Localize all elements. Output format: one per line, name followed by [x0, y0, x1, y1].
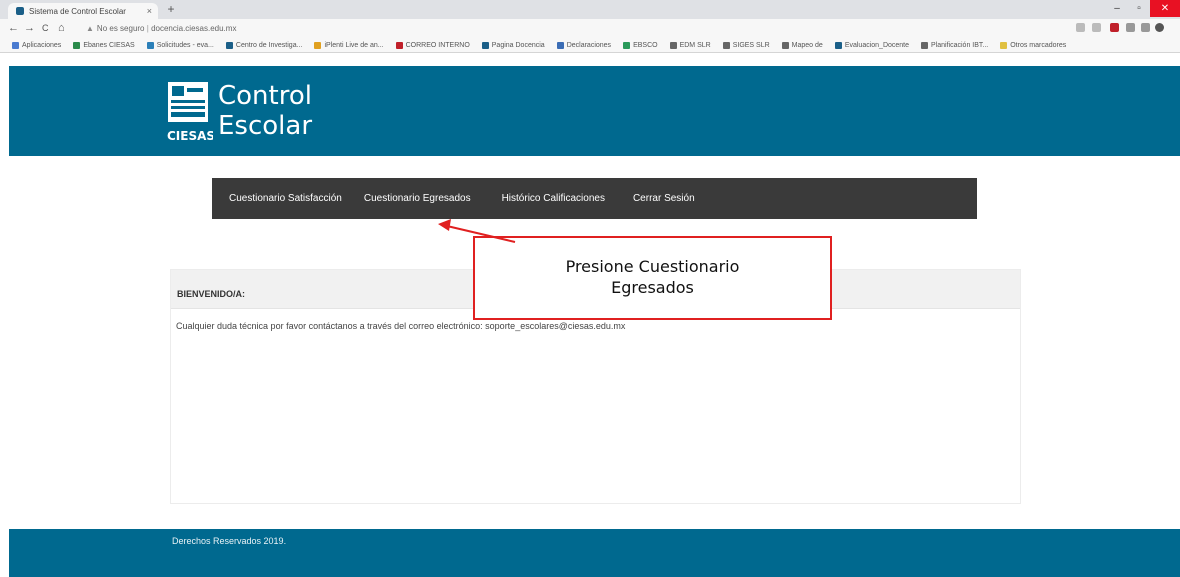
- extension-icon[interactable]: [1126, 23, 1135, 32]
- extension-pdf-icon[interactable]: [1110, 23, 1119, 32]
- menu-item-cerrar-sesion[interactable]: Cerrar Sesión: [633, 193, 695, 204]
- bookmark-icon: [12, 41, 19, 49]
- main-menu: Cuestionario Satisfacción Cuestionario E…: [212, 178, 977, 219]
- bookmark-item[interactable]: Solicitudes - eva...: [146, 41, 214, 49]
- bookmark-icon: [225, 41, 233, 49]
- app-title-line1: Control: [218, 81, 312, 111]
- menu-item-cuestionario-satisfaccion[interactable]: Cuestionario Satisfacción: [229, 193, 342, 204]
- footer-copyright: Derechos Reservados 2019.: [172, 536, 287, 546]
- url-text: docencia.ciesas.edu.mx: [151, 24, 237, 33]
- menu-item-cuestionario-egresados[interactable]: Cuestionario Egresados: [364, 193, 471, 204]
- annotation-line2: Egresados: [611, 278, 694, 297]
- annotation-line1: Presione Cuestionario: [565, 257, 740, 276]
- bookmark-item[interactable]: Declaraciones: [556, 41, 612, 49]
- app-title: Control Escolar: [218, 81, 312, 141]
- bookmark-icon: [921, 41, 929, 49]
- menu-item-historico-calificaciones[interactable]: Histórico Calificaciones: [502, 193, 605, 204]
- window-controls: – ▫ ✕: [1106, 0, 1180, 17]
- bookmark-label: Ebanes CIESAS: [83, 41, 135, 49]
- bookmark-label: Solicitudes - eva...: [156, 41, 214, 49]
- bookmark-label: CORREO INTERNO: [405, 41, 470, 49]
- bookmark-icon: [481, 41, 489, 49]
- bookmark-item[interactable]: Ebanes CIESAS: [73, 41, 135, 49]
- forward-icon[interactable]: →: [24, 22, 35, 34]
- bookmark-item[interactable]: Planificación IBT...: [921, 41, 989, 49]
- site-favicon-icon: [16, 7, 24, 15]
- bookmark-icon: [314, 41, 322, 49]
- bookmark-icon: [146, 41, 154, 49]
- bookmark-icon: [781, 41, 789, 49]
- bookmark-item[interactable]: Aplicaciones: [12, 41, 62, 49]
- maximize-button[interactable]: ▫: [1128, 0, 1150, 17]
- home-icon[interactable]: ⌂: [58, 22, 65, 34]
- bookmark-label: Pagina Docencia: [491, 41, 545, 49]
- browser-tab-bar: Sistema de Control Escolar × + – ▫ ✕: [0, 0, 1180, 19]
- bookmark-label: Evaluacion_Docente: [844, 41, 910, 49]
- bookmark-label: SIGES SLR: [732, 41, 770, 49]
- bookmark-item[interactable]: SIGES SLR: [722, 41, 770, 49]
- bookmark-item[interactable]: EDM SLR: [669, 41, 711, 49]
- tab-close-icon[interactable]: ×: [147, 6, 152, 16]
- app-header: CIESAS Control Escolar: [9, 66, 1180, 156]
- bookmark-icon: [395, 41, 403, 49]
- bookmark-item[interactable]: CORREO INTERNO: [395, 41, 470, 49]
- bookmark-label: iPlenti Live de an...: [324, 41, 384, 49]
- bookmark-label: EBSCO: [633, 41, 658, 49]
- bookmarks-bar: Aplicaciones Ebanes CIESAS Solicitudes - e…: [0, 38, 1180, 53]
- bookmark-label: Planificación IBT...: [931, 41, 989, 49]
- bookmark-icon: [623, 41, 631, 49]
- bookmark-item[interactable]: Pagina Docencia: [481, 41, 545, 49]
- footer: Derechos Reservados 2019.: [9, 529, 1180, 577]
- annotation-callout: Presione Cuestionario Egresados: [473, 236, 832, 320]
- bookmark-icon: [834, 41, 842, 49]
- ciesas-logo[interactable]: CIESAS Control Escolar: [165, 80, 395, 143]
- bookmark-item[interactable]: Evaluacion_Docente: [834, 41, 910, 49]
- bookmark-label: Mapeo de: [791, 41, 823, 49]
- minimize-button[interactable]: –: [1106, 0, 1128, 17]
- logo-mark-text: CIESAS: [167, 129, 213, 143]
- bookmark-icon: [73, 41, 81, 49]
- new-tab-button[interactable]: +: [163, 2, 179, 16]
- bookmark-icon: [669, 41, 677, 49]
- bookmark-item[interactable]: Centro de Investiga...: [225, 41, 303, 49]
- profile-avatar-icon[interactable]: [1155, 23, 1164, 32]
- tab-title: Sistema de Control Escolar: [29, 6, 126, 16]
- not-secure-icon: ▲: [86, 24, 94, 33]
- ciesas-logo-mark-icon: CIESAS: [167, 82, 213, 143]
- security-label: No es seguro: [96, 24, 145, 33]
- bookmark-label: Centro de Investiga...: [235, 41, 303, 49]
- address-bar-row: ← → C ⌂ ▲ No es seguro | docencia.ciesas.…: [0, 19, 1180, 38]
- bookmark-label: Otros marcadores: [1010, 41, 1067, 49]
- bookmark-item[interactable]: Mapeo de: [781, 41, 823, 49]
- extension-icon[interactable]: [1141, 23, 1150, 32]
- bookmark-label: Declaraciones: [566, 41, 612, 49]
- bookmark-icon: [556, 41, 564, 49]
- close-window-button[interactable]: ✕: [1150, 0, 1180, 17]
- zoom-icon[interactable]: [1076, 23, 1085, 32]
- bookmark-icon: [722, 41, 730, 49]
- bookmark-item[interactable]: Otros marcadores: [1000, 41, 1067, 49]
- browser-tab[interactable]: Sistema de Control Escolar ×: [8, 3, 158, 19]
- bookmark-label: EDM SLR: [679, 41, 711, 49]
- star-icon[interactable]: [1092, 23, 1101, 32]
- bookmark-icon: [1000, 41, 1008, 49]
- bookmark-item[interactable]: iPlenti Live de an...: [314, 41, 384, 49]
- app-title-line2: Escolar: [218, 111, 313, 141]
- bookmark-item[interactable]: EBSCO: [623, 41, 658, 49]
- url-input[interactable]: ▲ No es seguro | docencia.ciesas.edu.mx: [86, 22, 1066, 36]
- bookmark-label: Aplicaciones: [22, 41, 62, 49]
- reload-icon[interactable]: C: [42, 23, 49, 33]
- back-icon[interactable]: ←: [8, 22, 19, 34]
